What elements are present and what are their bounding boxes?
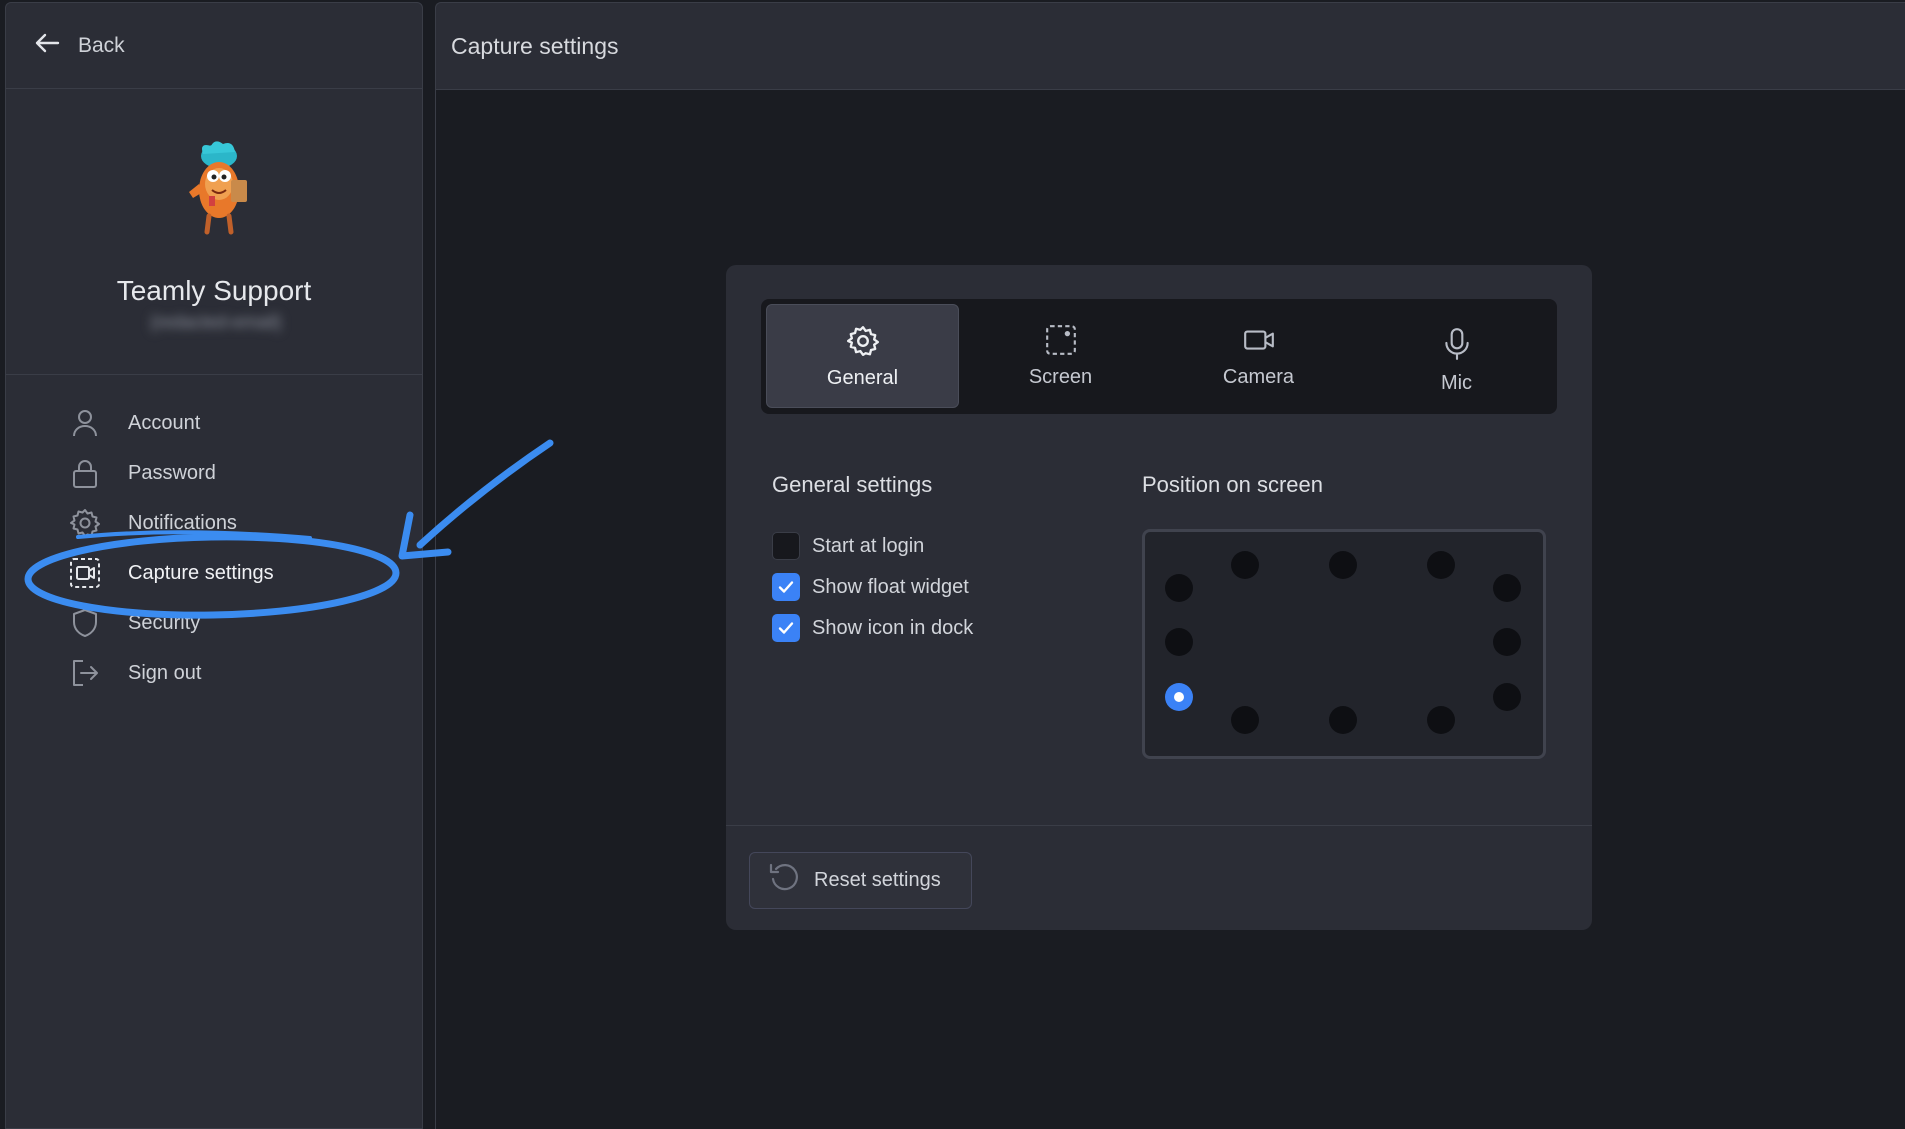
- user-icon: [68, 406, 102, 440]
- screen-select-icon: [964, 320, 1157, 360]
- checkbox-label: Start at login: [812, 534, 925, 557]
- position-picker: [1142, 529, 1546, 759]
- sidebar: Back Teamly Support {redacted-email} Acc…: [5, 2, 423, 1129]
- sidebar-item-label: Security: [128, 611, 201, 634]
- sign-out-icon: [68, 656, 102, 690]
- position-right-top[interactable]: [1493, 574, 1521, 602]
- checkbox-label: Show float widget: [812, 575, 969, 598]
- position-left-middle[interactable]: [1165, 628, 1193, 656]
- tab-mic[interactable]: Mic: [1360, 304, 1553, 408]
- position-bottom-center[interactable]: [1329, 706, 1357, 734]
- sidebar-item-label: Account: [128, 411, 201, 434]
- position-bottom-right[interactable]: [1427, 706, 1455, 734]
- content-divider: [435, 90, 436, 1129]
- sidebar-item-sign-out[interactable]: Sign out: [6, 648, 422, 698]
- tab-camera[interactable]: Camera: [1162, 304, 1355, 408]
- avatar: [179, 140, 259, 240]
- capture-icon: [68, 556, 102, 590]
- position-bottom-left[interactable]: [1231, 706, 1259, 734]
- profile-name: Teamly Support: [116, 275, 312, 306]
- gear-icon: [767, 321, 958, 361]
- sidebar-item-notifications[interactable]: Notifications: [6, 498, 422, 548]
- tab-general[interactable]: General: [766, 304, 959, 408]
- capture-tabs: General Screen Camera Mic: [761, 299, 1557, 414]
- position-left-bottom-selected[interactable]: [1165, 683, 1193, 711]
- sidebar-item-label: Capture settings: [128, 561, 274, 584]
- sidebar-item-label: Notifications: [128, 511, 237, 534]
- tab-label: Camera: [1222, 366, 1295, 388]
- checkbox-label: Show icon in dock: [812, 616, 974, 639]
- tab-label: Screen: [1028, 366, 1093, 388]
- back-label: Back: [78, 33, 125, 57]
- sidebar-item-label: Password: [128, 461, 216, 484]
- profile-email: {redacted-email}: [150, 312, 282, 332]
- check-icon: [772, 614, 800, 642]
- position-top-left[interactable]: [1231, 551, 1259, 579]
- reset-settings-label: Reset settings: [814, 869, 941, 891]
- position-left-top[interactable]: [1165, 574, 1193, 602]
- start-at-login-checkbox[interactable]: Start at login: [772, 531, 924, 561]
- show-float-widget-checkbox[interactable]: Show float widget: [772, 572, 969, 602]
- sidebar-item-password[interactable]: Password: [6, 448, 422, 498]
- check-icon: [772, 573, 800, 601]
- page-title: Capture settings: [451, 32, 619, 59]
- mic-icon: [1360, 324, 1553, 364]
- gear-icon: [68, 506, 102, 540]
- sidebar-item-security[interactable]: Security: [6, 598, 422, 648]
- sidebar-item-account[interactable]: Account: [6, 398, 422, 448]
- shield-icon: [68, 606, 102, 640]
- camera-icon: [1162, 320, 1355, 360]
- position-right-middle[interactable]: [1493, 628, 1521, 656]
- sidebar-item-label: Sign out: [128, 661, 202, 684]
- lock-icon: [68, 456, 102, 490]
- arrow-left-icon: [32, 28, 62, 63]
- panel-divider: [726, 825, 1592, 826]
- position-on-screen-title: Position on screen: [1142, 472, 1323, 497]
- show-icon-in-dock-checkbox[interactable]: Show icon in dock: [772, 613, 973, 643]
- tab-label: Mic: [1440, 372, 1473, 394]
- position-top-center[interactable]: [1329, 551, 1357, 579]
- checkbox-unchecked: [772, 532, 800, 560]
- position-right-bottom[interactable]: [1493, 683, 1521, 711]
- sidebar-item-capture-settings[interactable]: Capture settings: [6, 548, 422, 598]
- tab-screen[interactable]: Screen: [964, 304, 1157, 408]
- profile-card: Teamly Support {redacted-email}: [6, 90, 422, 375]
- back-button[interactable]: Back: [6, 3, 422, 89]
- reset-icon: [768, 862, 800, 899]
- page-header: Capture settings: [435, 2, 1905, 90]
- general-settings-title: General settings: [772, 472, 933, 497]
- settings-menu: Account Password Notifications Capture s…: [6, 398, 422, 698]
- tab-label: General: [826, 367, 899, 389]
- reset-settings-button[interactable]: Reset settings: [749, 852, 972, 909]
- app-window: Back Teamly Support {redacted-email} Acc…: [0, 0, 1905, 1129]
- capture-settings-panel: General Screen Camera Mic General settin…: [726, 265, 1592, 930]
- position-top-right[interactable]: [1427, 551, 1455, 579]
